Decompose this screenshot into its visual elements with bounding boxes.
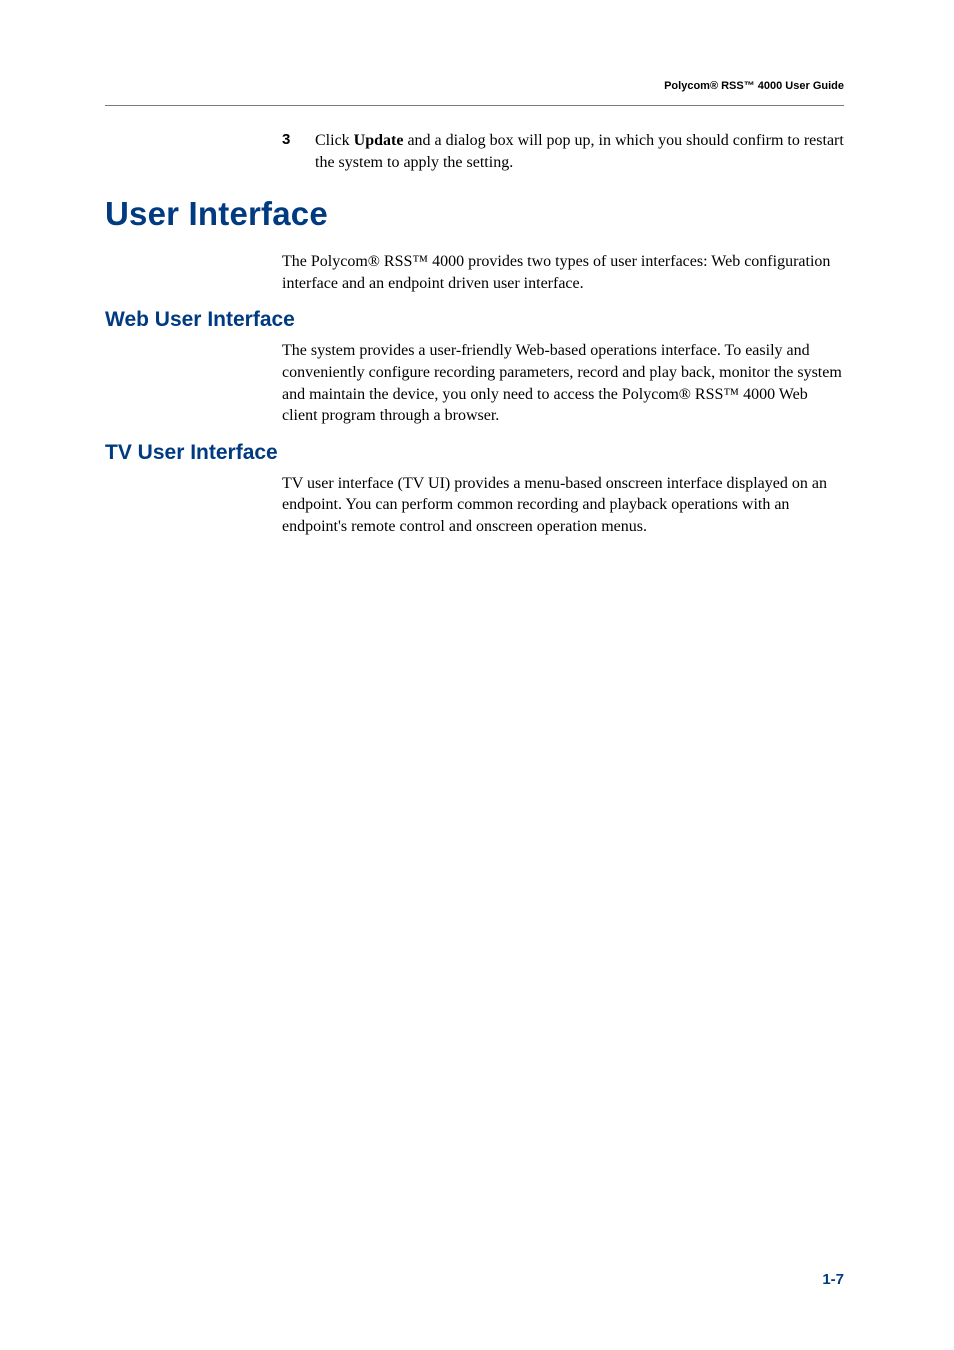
tv-ui-paragraph: TV user interface (TV UI) provides a men… (282, 473, 844, 538)
running-header: Polycom® RSS™ 4000 User Guide (664, 80, 844, 92)
heading-web-user-interface: Web User Interface (105, 308, 844, 332)
intro-paragraph: The Polycom® RSS™ 4000 provides two type… (282, 251, 844, 294)
content-area: 3 Click Update and a dialog box will pop… (105, 130, 844, 552)
page: Polycom® RSS™ 4000 User Guide 3 Click Up… (0, 0, 954, 1350)
step-number: 3 (282, 130, 315, 173)
heading-tv-user-interface: TV User Interface (105, 441, 844, 465)
step-text: Click Update and a dialog box will pop u… (315, 130, 844, 173)
page-number: 1-7 (822, 1271, 844, 1288)
header-rule (105, 105, 844, 106)
step-text-before: Click (315, 132, 354, 149)
heading-user-interface: User Interface (105, 195, 844, 233)
web-ui-paragraph: The system provides a user-friendly Web-… (282, 340, 844, 426)
instruction-step: 3 Click Update and a dialog box will pop… (282, 130, 844, 173)
step-bold-word: Update (354, 132, 404, 149)
